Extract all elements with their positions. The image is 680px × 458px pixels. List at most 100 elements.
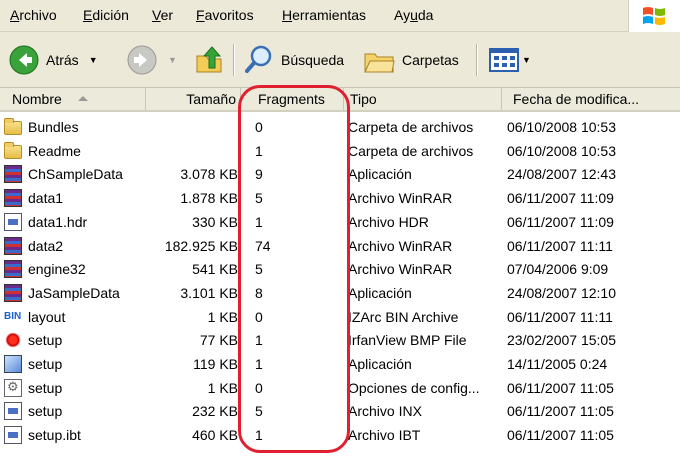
file-fragments: 1	[255, 332, 263, 349]
file-row[interactable]: setup 232 KB 5 Archivo INX 06/11/2007 11:05	[0, 400, 680, 424]
file-row[interactable]: Bundles 0 Carpeta de archivos 06/10/2008 10…	[0, 116, 680, 140]
back-button[interactable]: Atrás ▼	[8, 44, 98, 76]
file-row[interactable]: setup 119 KB 1 Aplicación 14/11/2005 0:24	[0, 353, 680, 377]
file-type: Opciones de config...	[348, 379, 480, 396]
file-type: Carpeta de archivos	[348, 119, 474, 135]
folders-label: Carpetas	[402, 52, 459, 68]
file-size: 3.078 KB	[180, 166, 238, 183]
file-date: 06/11/2007 11:11	[507, 308, 613, 325]
toolbar-separator	[233, 44, 234, 76]
search-button[interactable]: Búsqueda	[243, 44, 344, 76]
column-date-label: Fecha de modifica...	[513, 91, 640, 107]
document-icon	[4, 402, 22, 421]
file-size: 3.101 KB	[180, 284, 238, 301]
folders-icon	[364, 53, 395, 73]
forward-dropdown-icon[interactable]: ▼	[168, 55, 177, 65]
winrar-app-icon	[4, 283, 22, 302]
bin-icon: BIN	[4, 310, 22, 322]
views-button[interactable]: ▼	[488, 44, 531, 76]
file-row[interactable]: setup 1 KB 0 Opciones de config... 06/11/200…	[0, 377, 680, 401]
file-row[interactable]: data1.hdr 330 KB 1 Archivo HDR 06/11/2007 11…	[0, 211, 680, 235]
file-date: 24/08/2007 12:10	[507, 284, 616, 301]
file-name: layout	[28, 308, 66, 325]
file-row[interactable]: data2 182.925 KB 74 Archivo WinRAR 06/11/200…	[0, 235, 680, 259]
windows-logo-icon	[628, 0, 680, 32]
forward-arrow-icon	[127, 45, 157, 75]
file-name: data1.hdr	[28, 213, 88, 230]
file-row[interactable]: ChSampleData 3.078 KB 9 Aplicación 24/08/200…	[0, 163, 680, 187]
file-size: 460 KB	[192, 427, 238, 444]
file-size: 1 KB	[207, 379, 238, 396]
file-type: Aplicación	[348, 166, 412, 183]
back-label: Atrás	[46, 52, 79, 68]
file-size: 1 KB	[207, 308, 238, 325]
column-fragments-label: Fragments	[258, 91, 325, 107]
column-header-date[interactable]: Fecha de modifica...	[502, 88, 680, 110]
column-header-size[interactable]: Tamaño	[146, 88, 241, 110]
file-row[interactable]: data1 1.878 KB 5 Archivo WinRAR 06/11/2007 1…	[0, 187, 680, 211]
file-size: 541 KB	[192, 261, 238, 278]
file-type: Archivo WinRAR	[348, 261, 453, 278]
file-type: Archivo IBT	[348, 427, 421, 444]
file-row[interactable]: setup.ibt 460 KB 1 Archivo IBT 06/11/2007 11…	[0, 424, 680, 448]
menu-bar: Archivo Edición Ver Favoritos Herramient…	[0, 0, 680, 32]
column-header-bar: Nombre Tamaño Fragments Tipo Fecha de mo…	[0, 88, 680, 112]
file-row[interactable]: Readme 1 Carpeta de archivos 06/10/2008 10:…	[0, 140, 680, 164]
file-row[interactable]: JaSampleData 3.101 KB 8 Aplicación 24/08/200…	[0, 282, 680, 306]
up-folder-button[interactable]	[194, 44, 224, 76]
file-fragments: 1	[255, 356, 263, 372]
menu-ver[interactable]: Ver	[152, 7, 173, 23]
file-date: 06/11/2007 11:05	[507, 379, 614, 396]
file-name: setup	[28, 356, 63, 372]
file-date: 23/02/2007 15:05	[507, 332, 616, 349]
file-name: ChSampleData	[28, 166, 123, 183]
file-row[interactable]: BIN layout 1 KB 0 IZArc BIN Archive 06/11/200…	[0, 306, 680, 330]
column-size-label: Tamaño	[186, 91, 236, 107]
back-dropdown-icon[interactable]: ▼	[89, 55, 98, 65]
file-fragments: 0	[255, 308, 263, 325]
column-header-type[interactable]: Tipo	[344, 88, 502, 110]
menu-favoritos[interactable]: Favoritos	[196, 7, 254, 23]
winrar-app-icon	[4, 165, 22, 184]
file-type: Archivo HDR	[348, 213, 429, 230]
file-size: 77 KB	[199, 332, 238, 349]
file-fragments: 1	[255, 427, 263, 444]
file-date: 06/11/2007 11:09	[507, 213, 614, 230]
views-dropdown-icon[interactable]: ▼	[522, 55, 531, 65]
file-row[interactable]: engine32 541 KB 5 Archivo WinRAR 07/04/2006 …	[0, 258, 680, 282]
file-date: 14/11/2005 0:24	[507, 356, 608, 372]
file-fragments: 5	[255, 261, 263, 278]
file-fragments: 1	[255, 213, 263, 230]
file-fragments: 5	[255, 403, 263, 420]
views-grid-icon	[489, 48, 519, 72]
file-name: setup	[28, 403, 63, 420]
menu-edicion[interactable]: Edición	[83, 7, 129, 23]
column-name-label: Nombre	[12, 91, 62, 107]
folder-icon	[4, 141, 22, 159]
column-header-name[interactable]: Nombre	[0, 88, 146, 110]
file-type: Archivo INX	[348, 403, 422, 420]
file-row[interactable]: setup 77 KB 1 IrfanView BMP File 23/02/2007 …	[0, 329, 680, 353]
menu-herramientas[interactable]: Herramientas	[282, 7, 366, 23]
file-date: 24/08/2007 12:43	[507, 166, 616, 183]
folders-button[interactable]: Carpetas	[362, 44, 459, 76]
forward-button[interactable]: ▼	[126, 44, 177, 76]
up-folder-icon	[196, 46, 222, 73]
file-name: Readme	[28, 142, 81, 159]
file-fragments: 74	[255, 237, 271, 254]
menu-archivo[interactable]: Archivo	[10, 7, 57, 23]
column-header-fragments[interactable]: Fragments	[241, 88, 344, 110]
column-type-label: Tipo	[350, 91, 377, 107]
file-size: 1.878 KB	[180, 190, 238, 207]
file-type: Carpeta de archivos	[348, 142, 474, 159]
file-size: 182.925 KB	[164, 237, 238, 254]
file-fragments: 8	[255, 284, 263, 301]
file-name: engine32	[28, 261, 86, 278]
file-fragments: 0	[255, 379, 263, 396]
menu-ayuda[interactable]: Ayuda	[394, 7, 433, 23]
file-fragments: 9	[255, 166, 263, 183]
file-type: IZArc BIN Archive	[348, 308, 459, 325]
sort-ascending-icon	[78, 96, 88, 101]
file-type: Aplicación	[348, 356, 412, 372]
winrar-icon	[4, 236, 22, 255]
